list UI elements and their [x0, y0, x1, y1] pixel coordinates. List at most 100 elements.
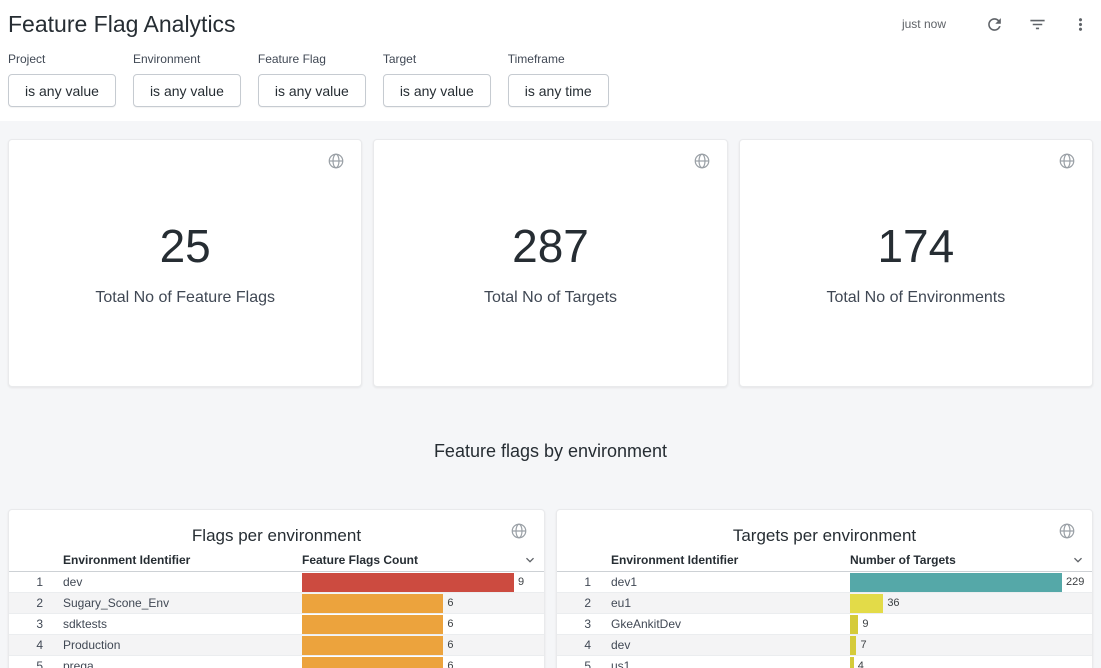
- table-title-row: Flags per environment: [9, 510, 544, 546]
- bar-cell: 6: [302, 593, 544, 613]
- bar: [850, 594, 883, 613]
- bar: [850, 657, 854, 668]
- bar-cell: 9: [850, 614, 1092, 634]
- filter-label: Project: [8, 52, 116, 66]
- filter-label: Environment: [133, 52, 241, 66]
- filter-project-value-button[interactable]: is any value: [8, 74, 116, 107]
- refresh-icon[interactable]: [981, 11, 1007, 37]
- row-index: 1: [557, 575, 603, 589]
- kpi-card-total-environments: 174 Total No of Environments: [739, 139, 1093, 387]
- bar-value: 9: [862, 618, 868, 630]
- column-header-environment[interactable]: Environment Identifier: [603, 553, 850, 567]
- bar: [302, 636, 443, 655]
- filter-environment: Environment is any value: [133, 52, 241, 107]
- top-bar: Feature Flag Analytics just now Project …: [0, 0, 1101, 121]
- bar-cell: 6: [302, 635, 544, 655]
- bar-value: 6: [447, 597, 453, 609]
- environment-cell: dev: [603, 638, 850, 652]
- more-menu-icon[interactable]: [1067, 11, 1093, 37]
- kpi-value: 25: [160, 219, 211, 273]
- column-header-environment[interactable]: Environment Identifier: [55, 553, 302, 567]
- bar-value: 7: [860, 639, 866, 651]
- environment-cell: Production: [55, 638, 302, 652]
- bar-value: 36: [887, 597, 899, 609]
- column-header-count[interactable]: Feature Flags Count: [302, 548, 544, 571]
- table-row[interactable]: 2 Sugary_Scone_Env 6: [9, 593, 544, 614]
- filter-target: Target is any value: [383, 52, 491, 107]
- table-row[interactable]: 4 Production 6: [9, 635, 544, 656]
- filter-icon[interactable]: [1024, 11, 1050, 37]
- page-title: Feature Flag Analytics: [8, 11, 236, 38]
- bar: [850, 573, 1062, 592]
- table-title-row: Targets per environment: [557, 510, 1092, 546]
- table-row[interactable]: 2 eu1 36: [557, 593, 1092, 614]
- row-index: 2: [9, 596, 55, 610]
- filter-project: Project is any value: [8, 52, 116, 107]
- filter-feature-flag-value-button[interactable]: is any value: [258, 74, 366, 107]
- kpi-label: Total No of Environments: [826, 289, 1005, 307]
- bar-value: 229: [1066, 576, 1084, 588]
- bar-cell: 7: [850, 635, 1092, 655]
- row-index: 4: [557, 638, 603, 652]
- table-title: Flags per environment: [192, 526, 361, 546]
- environment-cell: dev: [55, 575, 302, 589]
- bar: [302, 594, 443, 613]
- table-row[interactable]: 3 GkeAnkitDev 9: [557, 614, 1092, 635]
- globe-icon[interactable]: [693, 152, 711, 170]
- tables-row: Flags per environment Environment Identi…: [8, 509, 1093, 668]
- row-index: 5: [9, 659, 55, 668]
- environment-cell: GkeAnkitDev: [603, 617, 850, 631]
- column-header-count[interactable]: Number of Targets: [850, 548, 1092, 571]
- globe-icon[interactable]: [1058, 152, 1076, 170]
- bar: [302, 615, 443, 634]
- kpi-value: 174: [877, 219, 954, 273]
- globe-icon[interactable]: [1058, 522, 1076, 540]
- chevron-down-icon[interactable]: [522, 552, 538, 568]
- bar-value: 9: [518, 576, 524, 588]
- kpi-card-total-feature-flags: 25 Total No of Feature Flags: [8, 139, 362, 387]
- flags-per-environment-card: Flags per environment Environment Identi…: [8, 509, 545, 668]
- kpi-label: Total No of Feature Flags: [95, 289, 275, 307]
- bar-cell: 9: [302, 572, 544, 592]
- bar: [302, 657, 443, 668]
- dashboard-body: 25 Total No of Feature Flags 287 Total N…: [0, 121, 1101, 668]
- globe-icon[interactable]: [510, 522, 528, 540]
- environment-cell: eu1: [603, 596, 850, 610]
- bar-cell: 229: [850, 572, 1092, 592]
- filter-target-value-button[interactable]: is any value: [383, 74, 491, 107]
- environment-cell: dev1: [603, 575, 850, 589]
- kpi-value: 287: [512, 219, 589, 273]
- globe-icon[interactable]: [327, 152, 345, 170]
- table-row[interactable]: 1 dev 9: [9, 572, 544, 593]
- filter-environment-value-button[interactable]: is any value: [133, 74, 241, 107]
- filter-timeframe-value-button[interactable]: is any time: [508, 74, 609, 107]
- environment-cell: us1: [603, 659, 850, 668]
- row-index: 3: [9, 617, 55, 631]
- bar-cell: 4: [850, 656, 1092, 668]
- targets-per-environment-card: Targets per environment Environment Iden…: [556, 509, 1093, 668]
- bar-value: 6: [447, 639, 453, 651]
- kpi-label: Total No of Targets: [484, 289, 617, 307]
- bar-value: 4: [858, 660, 864, 668]
- environment-cell: sdktests: [55, 617, 302, 631]
- environment-cell: Sugary_Scone_Env: [55, 596, 302, 610]
- table-row[interactable]: 4 dev 7: [557, 635, 1092, 656]
- filter-timeframe: Timeframe is any time: [508, 52, 609, 107]
- filter-label: Timeframe: [508, 52, 609, 66]
- bar-value: 6: [447, 660, 453, 668]
- row-index: 2: [557, 596, 603, 610]
- row-index: 3: [557, 617, 603, 631]
- bar: [302, 573, 514, 592]
- filter-feature-flag: Feature Flag is any value: [258, 52, 366, 107]
- section-title: Feature flags by environment: [8, 441, 1093, 463]
- table-row[interactable]: 1 dev1 229: [557, 572, 1092, 593]
- bar-cell: 36: [850, 593, 1092, 613]
- chevron-down-icon[interactable]: [1070, 552, 1086, 568]
- table-row[interactable]: 3 sdktests 6: [9, 614, 544, 635]
- dashboard-header: Feature Flag Analytics just now: [8, 6, 1093, 42]
- table-row[interactable]: 5 prega 6: [9, 656, 544, 668]
- table-row[interactable]: 5 us1 4: [557, 656, 1092, 668]
- last-updated-label: just now: [902, 17, 946, 31]
- header-actions: just now: [902, 11, 1093, 37]
- table-header: Environment Identifier Number of Targets: [557, 548, 1092, 572]
